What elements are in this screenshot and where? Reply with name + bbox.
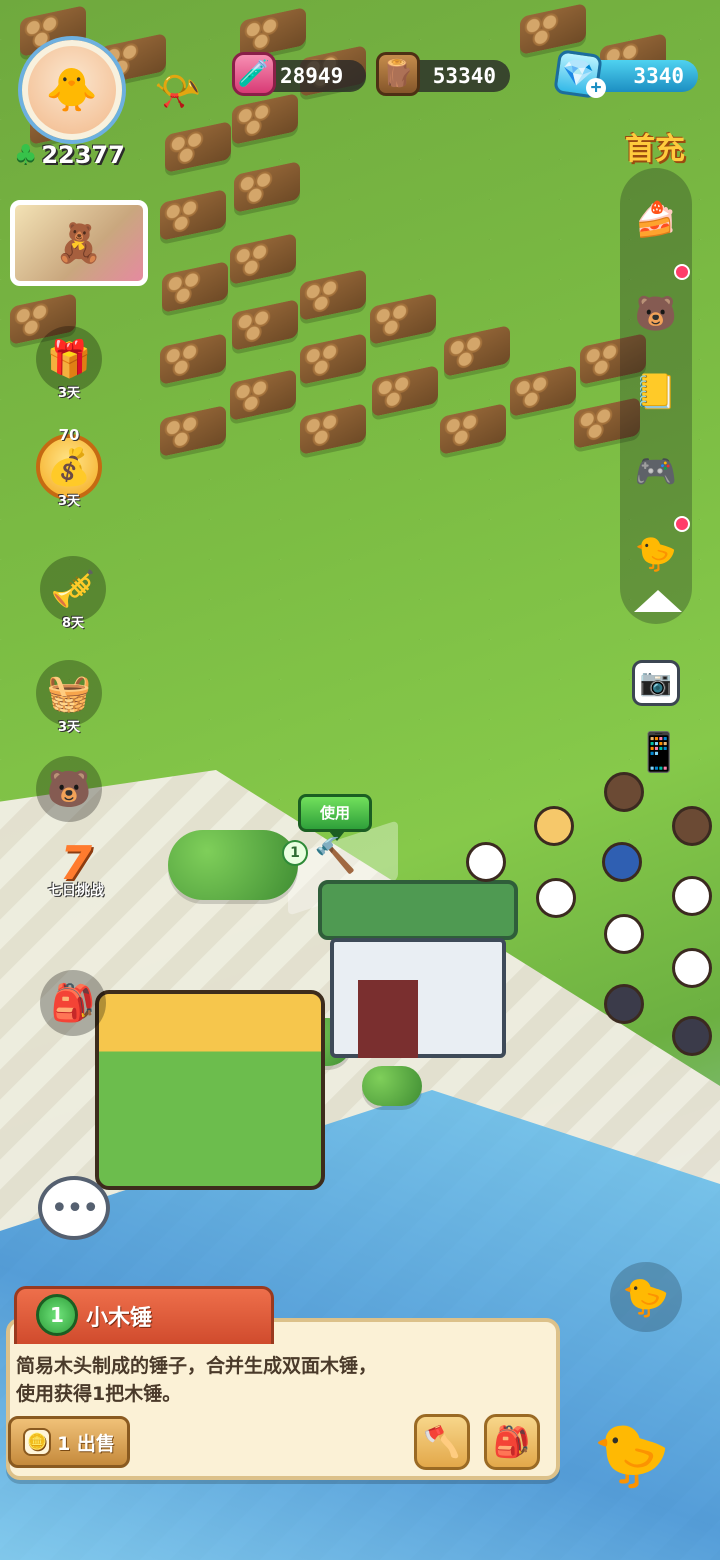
hammer-icon[interactable]: 🔨 [314, 836, 356, 876]
duck-megaphone-button[interactable]: 🐤 [572, 1400, 692, 1510]
announcement-horn-button[interactable]: 📯 [145, 62, 211, 120]
notification-dot [674, 264, 690, 280]
first-recharge-button[interactable]: 首充 [620, 124, 690, 168]
bear-friends-button[interactable]: 🐻 [626, 284, 686, 344]
event-button-horn[interactable]: 🎺 8天 [40, 556, 106, 631]
phone-button[interactable]: 📱 [626, 720, 692, 784]
dark-critter[interactable] [672, 1016, 712, 1056]
cat-critter[interactable] [604, 914, 644, 954]
shop-door [358, 980, 418, 1058]
event-count: 70 [58, 426, 80, 444]
jam-icon: 🧪 [232, 52, 276, 96]
wood-value: 53340 [432, 64, 496, 88]
sell-coin-icon: 🪙 [23, 1428, 52, 1456]
bear-friends-icon: 🐻 [36, 756, 102, 822]
event-button-friends[interactable]: 🐻 [36, 756, 102, 822]
event-banner-card[interactable]: 🧸 [10, 200, 148, 286]
duck-gift-button[interactable]: 🐤 [610, 1262, 682, 1332]
event-button-gift[interactable]: 🎁 3天 [36, 326, 102, 401]
event-days: 3天 [57, 494, 81, 509]
duck-collection-button[interactable]: 🐤 [626, 524, 686, 584]
clover-value: 22377 [41, 141, 125, 169]
camera-button[interactable]: 📷 [632, 660, 680, 706]
shop-building[interactable] [318, 880, 518, 1070]
wood-icon: 🪵 [376, 52, 420, 96]
gem-resource[interactable]: 💎 + 3340 [553, 49, 698, 99]
sell-button[interactable]: 🪙 1 出售 [8, 1416, 130, 1468]
blue-critter[interactable] [602, 842, 642, 882]
item-level-badge: 1 [36, 1294, 78, 1336]
shop-roof [318, 880, 518, 940]
item-description: 简易木头制成的锤子，合并生成双面木锤， 使用获得1把木锤。 [16, 1352, 536, 1408]
event-days: 3天 [57, 386, 81, 401]
craft-button[interactable]: 🪓 [414, 1414, 470, 1470]
event-button-basket[interactable]: 🧺 3天 [36, 660, 102, 735]
axe-icon: 🪓 [423, 1424, 461, 1460]
wood-resource[interactable]: 🪵 53340 [376, 52, 510, 96]
backpack-icon: 🎒 [493, 1424, 531, 1460]
event-days: 3天 [57, 720, 81, 735]
shop-wall [330, 938, 506, 1058]
add-gems-icon[interactable]: + [586, 78, 606, 98]
collapse-sidebar-arrow-icon[interactable] [634, 590, 682, 612]
item-description-line: 简易木头制成的锤子，合并生成双面木锤， [16, 1355, 378, 1377]
cat-bench[interactable] [95, 990, 325, 1190]
sell-label: 1 出售 [57, 1432, 115, 1455]
player-avatar[interactable]: 🐥 [22, 40, 122, 140]
cat-critter[interactable] [534, 806, 574, 846]
bear-critter[interactable] [672, 806, 712, 846]
album-button[interactable]: 📒 [626, 362, 686, 422]
seven-day-label: 七日挑战 [48, 883, 104, 899]
seven-day-challenge-button[interactable]: 7 七日挑战 [36, 840, 116, 900]
jam-resource[interactable]: 🧪 28949 [232, 52, 366, 96]
store-in-bag-button[interactable]: 🎒 [484, 1414, 540, 1470]
cat-critter[interactable] [672, 876, 712, 916]
clover-icon: ♣ [14, 140, 38, 170]
item-description-line: 使用获得1把木锤。 [16, 1383, 182, 1405]
event-button-piggy[interactable]: 70 💰 3天 [36, 426, 102, 509]
use-button[interactable]: 使用 [298, 794, 372, 841]
item-name: 小木锤 [86, 1306, 153, 1331]
gem-value: 3340 [633, 64, 684, 88]
bakery-shop-button[interactable]: 🍰 [626, 190, 686, 250]
bunny-critter[interactable] [536, 878, 576, 918]
flower-bush[interactable] [168, 830, 298, 900]
minigame-button[interactable]: 🎮 [626, 442, 686, 502]
jam-value: 28949 [280, 64, 344, 88]
notification-dot [674, 516, 690, 532]
backpack-button[interactable]: 🎒 [40, 970, 106, 1036]
dark-critter[interactable] [604, 984, 644, 1024]
backpack-icon: 🎒 [40, 970, 106, 1036]
clover-counter: ♣ 22377 [14, 140, 125, 170]
item-level-chip: 1 [282, 840, 308, 866]
bunny-critter[interactable] [466, 842, 506, 882]
event-days: 8天 [61, 616, 85, 631]
chat-button[interactable]: ••• [38, 1176, 110, 1240]
bush[interactable] [362, 1066, 422, 1106]
bunny-critter[interactable] [672, 948, 712, 988]
